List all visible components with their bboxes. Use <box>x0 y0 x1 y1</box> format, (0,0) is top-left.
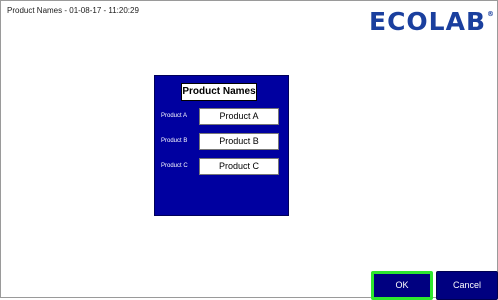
screen-title: Product Names - 01-08-17 - 11:20:29 <box>7 6 139 15</box>
panel-title: Product Names <box>181 83 257 101</box>
cancel-button[interactable]: Cancel <box>436 271 498 300</box>
product-a-name-field[interactable]: Product A <box>199 108 279 125</box>
logo-text: ECOLAB <box>369 7 487 36</box>
product-b-label: Product B <box>161 138 188 144</box>
product-c-label: Product C <box>161 163 188 169</box>
product-a-label: Product A <box>161 113 188 119</box>
product-b-name-field[interactable]: Product B <box>199 133 279 150</box>
product-c-name-field[interactable]: Product C <box>199 158 279 175</box>
product-names-panel: Product Names Product A Product A Produc… <box>154 75 289 216</box>
product-names-screen: Product Names - 01-08-17 - 11:20:29 ECOL… <box>0 0 498 298</box>
registered-mark: ® <box>487 10 495 18</box>
ecolab-logo: ECOLAB ® <box>369 9 494 35</box>
ok-button[interactable]: OK <box>371 271 433 300</box>
